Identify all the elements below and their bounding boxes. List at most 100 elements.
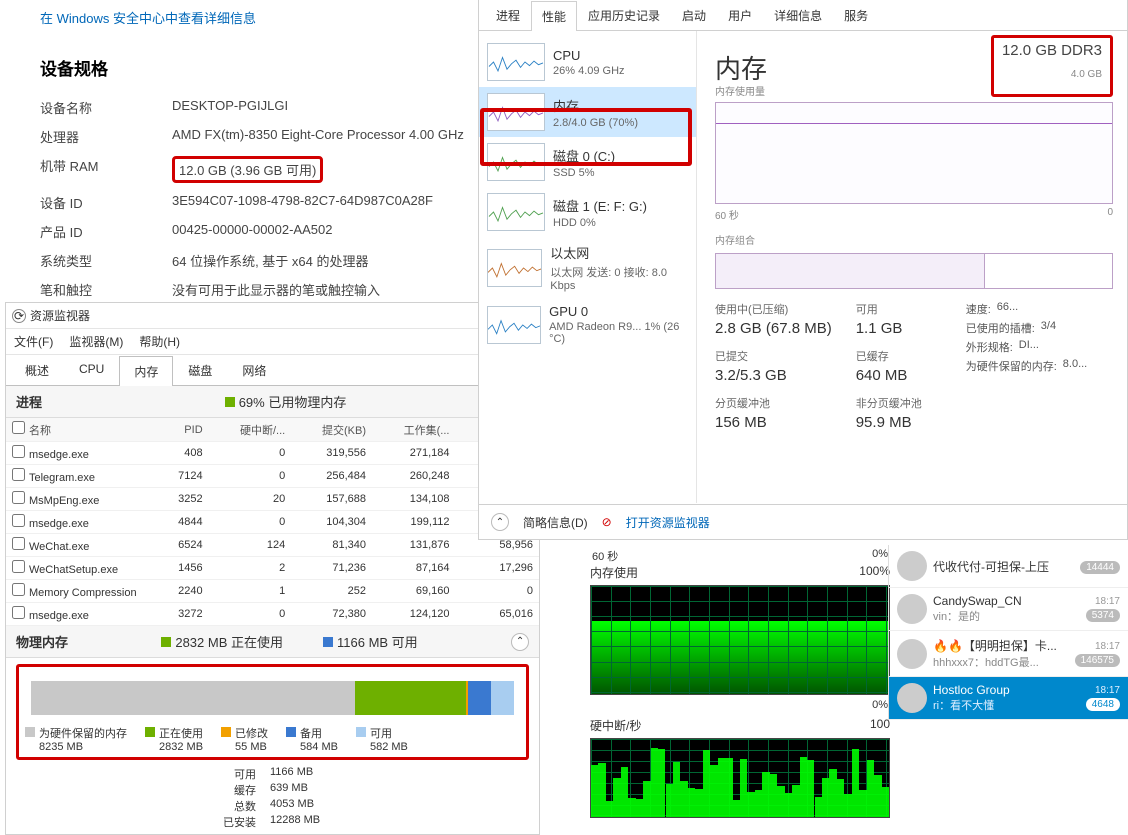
speed-lbl: 速度: [966, 301, 991, 317]
taskmgr-tab[interactable]: 服务 [833, 0, 879, 30]
spec-row: 笔和触控没有可用于此显示器的笔或触控输入 [40, 280, 480, 299]
form-val: DI... [1019, 339, 1039, 355]
mem-segment [31, 681, 355, 715]
row-checkbox[interactable] [12, 514, 25, 527]
table-row[interactable]: Memory Compression2240125269,1600 [6, 580, 539, 603]
hw-lbl: 为硬件保留的内存: [966, 358, 1057, 374]
metric-item[interactable]: 内存2.8/4.0 GB (70%) [479, 87, 696, 137]
metric-item[interactable]: GPU 0AMD Radeon R9... 1% (26 °C) [479, 298, 696, 351]
spec-label: 设备 ID [40, 193, 172, 212]
taskmgr-tab[interactable]: 应用历史记录 [577, 0, 671, 30]
table-row[interactable]: Telegram.exe71240256,484260,24876,484 [6, 465, 539, 488]
row-checkbox[interactable] [12, 468, 25, 481]
spec-value: 64 位操作系统, 基于 x64 的处理器 [172, 251, 368, 270]
cell: 6524 [156, 534, 209, 557]
speed-val: 66... [997, 301, 1018, 317]
resmon-tab[interactable]: 概述 [10, 355, 64, 385]
cell: 0 [209, 511, 292, 534]
memory-composition-bar [715, 253, 1113, 289]
spec-value: AMD FX(tm)-8350 Eight-Core Processor 4.0… [172, 127, 464, 146]
row-checkbox[interactable] [12, 491, 25, 504]
chevron-up-icon[interactable]: ⌃ [491, 513, 509, 531]
cell: 7124 [156, 465, 209, 488]
menu-item[interactable]: 文件(F) [14, 333, 53, 350]
metric-text: 以太网以太网 发送: 0 接收: 8.0 Kbps [550, 243, 688, 292]
table-header[interactable]: 名称 [6, 418, 156, 442]
open-resmon-link[interactable]: 打开资源监视器 [626, 514, 710, 531]
process-table: 名称PID硬中断/...提交(KB)工作集(...可共享(... msedge.… [6, 418, 539, 626]
nonpaged-lbl: 非分页缓冲池 [856, 398, 922, 410]
metric-item[interactable]: 以太网以太网 发送: 0 接收: 8.0 Kbps [479, 237, 696, 298]
cell: 81,340 [291, 534, 372, 557]
cached-val: 640 MB [856, 367, 922, 384]
table-header[interactable]: 提交(KB) [291, 418, 372, 442]
table-header[interactable]: PID [156, 418, 209, 442]
chat-item[interactable]: CandySwap_CNvin：是的18:175374 [889, 588, 1128, 631]
comp-label: 内存组合 [715, 232, 1113, 247]
taskmgr-tab[interactable]: 进程 [485, 0, 531, 30]
legend-text: 可用582 MB [370, 725, 408, 753]
metric-item[interactable]: 磁盘 0 (C:)SSD 5% [479, 137, 696, 187]
mini-chart [487, 249, 542, 287]
metric-item[interactable]: 磁盘 1 (E: F: G:)HDD 0% [479, 187, 696, 237]
select-all-checkbox[interactable] [12, 421, 25, 434]
row-checkbox[interactable] [12, 560, 25, 573]
table-row[interactable]: msedge.exe4080319,556271,18458,524 [6, 442, 539, 465]
legend-color-icon [25, 727, 35, 737]
axis-right: 0 [1107, 207, 1113, 222]
row-checkbox[interactable] [12, 445, 25, 458]
cell: 69,160 [372, 580, 455, 603]
metric-item[interactable]: CPU26% 4.09 GHz [479, 37, 696, 87]
chat-item[interactable]: 🔥🔥【明明担保】卡...hhhxxx7：hddTG最...18:17146575 [889, 631, 1128, 677]
cell: 2240 [156, 580, 209, 603]
processes-header[interactable]: 进程 69% 已用物理内存 [6, 386, 539, 418]
cap-sub: 4.0 GB [1002, 69, 1102, 80]
resmon-tab[interactable]: 内存 [119, 356, 173, 386]
table-row[interactable]: MsMpEng.exe325220157,688134,10846,836 [6, 488, 539, 511]
taskmgr-tab[interactable]: 用户 [717, 0, 763, 30]
table-row[interactable]: msedge.exe3272072,380124,12065,016 [6, 603, 539, 626]
taskmgr-tab[interactable]: 性能 [531, 1, 577, 31]
mini-chart [487, 143, 545, 181]
taskmgr-tabs: 进程性能应用历史记录启动用户详细信息服务 [479, 0, 1127, 31]
committed-lbl: 已提交 [715, 351, 748, 363]
table-header[interactable]: 工作集(... [372, 418, 455, 442]
green-hf-scale: 100 [870, 717, 890, 734]
mini-chart [487, 306, 541, 344]
chat-item[interactable]: Hostloc Groupri：看不大懂18:174648 [889, 677, 1128, 720]
memory-title: 内存 [715, 49, 767, 86]
mem-summary: 可用1166 MB缓存639 MB总数4053 MB已安装12288 MB [206, 766, 539, 830]
phys-mem-header[interactable]: 物理内存 2832 MB 正在使用 1166 MB 可用 ⌃ [6, 626, 539, 658]
cell: 124 [209, 534, 292, 557]
metric-text: 磁盘 0 (C:)SSD 5% [553, 146, 615, 179]
taskmgr-tab[interactable]: 启动 [671, 0, 717, 30]
legend-color-icon [221, 727, 231, 737]
table-row[interactable]: msedge.exe48440104,304199,112117,792 [6, 511, 539, 534]
resmon-tab[interactable]: 网络 [227, 355, 281, 385]
proc-name: MsMpEng.exe [6, 488, 156, 511]
resmon-tab[interactable]: CPU [64, 355, 119, 385]
legend-text: 已修改55 MB [235, 725, 268, 753]
resmon-titlebar[interactable]: ⟳ 资源监视器 [6, 303, 539, 329]
cell: 1456 [156, 557, 209, 580]
collapse-icon[interactable]: ⌃ [511, 633, 529, 651]
security-link[interactable]: 在 Windows 安全中心中查看详细信息 [40, 8, 480, 27]
legend-item: 为硬件保留的内存8235 MB [25, 725, 127, 753]
in-use-label: 2832 MB 正在使用 [175, 632, 283, 651]
legend-dot-icon [161, 637, 171, 647]
row-checkbox[interactable] [12, 606, 25, 619]
table-row[interactable]: WeChat.exe652412481,340131,87658,956 [6, 534, 539, 557]
chat-item[interactable]: 代收代付-可担保-上压14444 [889, 545, 1128, 588]
row-checkbox[interactable] [12, 583, 25, 596]
row-checkbox[interactable] [12, 537, 25, 550]
taskmgr-tab[interactable]: 详细信息 [763, 0, 833, 30]
table-row[interactable]: WeChatSetup.exe1456271,23687,16417,296 [6, 557, 539, 580]
menu-item[interactable]: 监视器(M) [69, 333, 123, 350]
spec-label: 系统类型 [40, 251, 172, 270]
spec-value: 没有可用于此显示器的笔或触控输入 [172, 280, 380, 299]
resmon-tab[interactable]: 磁盘 [173, 355, 227, 385]
menu-item[interactable]: 帮助(H) [139, 333, 180, 350]
brief-info-link[interactable]: 简略信息(D) [523, 514, 588, 531]
cell: 4844 [156, 511, 209, 534]
table-header[interactable]: 硬中断/... [209, 418, 292, 442]
